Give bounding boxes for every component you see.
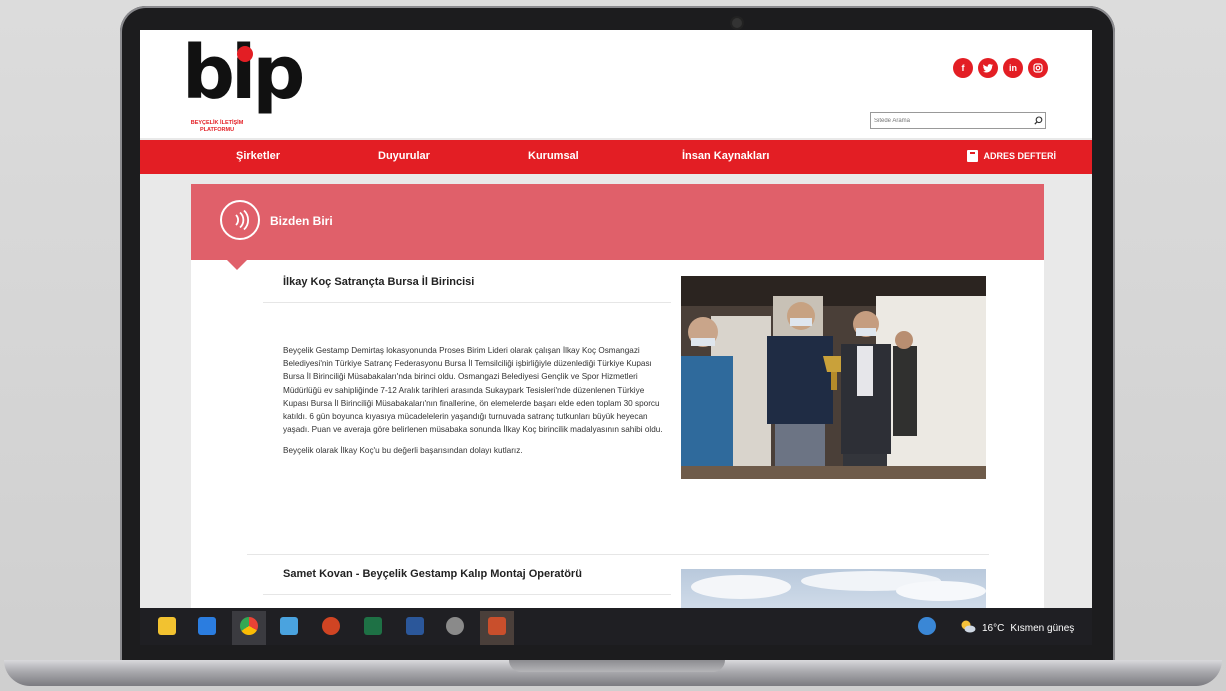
site-header: bip BEYÇELİK İLETİŞİM PLATFORMU f in (140, 30, 1092, 138)
instagram-icon[interactable] (1028, 58, 1048, 78)
title-divider (263, 302, 671, 303)
article-paragraph: Beyçelik olarak İlkay Koç'u bu değerli b… (283, 446, 523, 456)
article-title[interactable]: Samet Kovan - Beyçelik Gestamp Kalıp Mon… (283, 568, 582, 580)
logo-subtitle-line2: PLATFORMU (199, 127, 235, 133)
logo-dot (237, 46, 253, 62)
search-icon[interactable] (1031, 114, 1045, 128)
nav-item-sirketler[interactable]: Şirketler (236, 150, 280, 162)
paint-icon[interactable] (280, 617, 298, 635)
weather-temperature: 16°C (982, 623, 1005, 634)
twitter-icon[interactable] (978, 58, 998, 78)
main-nav: Şirketler Duyurular Kurumsal İnsan Kayna… (140, 140, 1092, 174)
social-links: f in (953, 58, 1048, 78)
word-icon[interactable] (406, 617, 424, 635)
address-book-icon (967, 150, 979, 162)
title-divider (263, 594, 671, 595)
linkedin-icon[interactable]: in (1003, 58, 1023, 78)
article-photo (681, 276, 986, 479)
laptop-notch (509, 660, 725, 672)
adres-defteri-label: ADRES DEFTERİ (983, 151, 1056, 161)
excel-icon[interactable] (364, 617, 382, 635)
file-explorer-icon[interactable] (158, 617, 176, 635)
section-pointer (227, 260, 247, 270)
facebook-icon[interactable]: f (953, 58, 973, 78)
search-input[interactable] (871, 114, 1031, 127)
nav-item-kurumsal[interactable]: Kurumsal (528, 150, 579, 162)
content-panel: Bizden Biri İlkay Koç Satrançta Bursa İl… (191, 184, 1044, 645)
search-globe-icon[interactable] (918, 617, 936, 635)
nav-item-duyurular[interactable]: Duyurular (378, 150, 430, 162)
section-header: Bizden Biri (191, 184, 1044, 260)
outlook-icon[interactable] (488, 617, 506, 635)
chrome-icon[interactable] (240, 617, 258, 635)
settings-icon[interactable] (446, 617, 464, 635)
adres-defteri-link[interactable]: ADRES DEFTERİ (967, 150, 1056, 162)
bip-logo[interactable]: bip BEYÇELİK İLETİŞİM PLATFORMU (182, 36, 312, 139)
logo-subtitle-line1: BEYÇELİK İLETİŞİM (190, 120, 244, 126)
broadcast-icon (220, 200, 260, 240)
screen: bip BEYÇELİK İLETİŞİM PLATFORMU f in Sit… (140, 30, 1092, 645)
article-body: Beyçelik Gestamp Demirtaş lokasyonunda P… (283, 344, 667, 466)
webcam (732, 18, 742, 28)
article-paragraph: Beyçelik Gestamp Demirtaş lokasyonunda P… (283, 346, 663, 435)
search-box (870, 112, 1046, 129)
laptop-base (4, 660, 1222, 686)
article-title[interactable]: İlkay Koç Satrançta Bursa İl Birincisi (283, 276, 474, 288)
nav-item-insan-kaynaklari[interactable]: İnsan Kaynakları (682, 150, 769, 162)
windows-taskbar: 16°C Kısmen güneş (140, 608, 1092, 645)
article-divider (247, 554, 989, 555)
powerpoint-icon[interactable] (322, 617, 340, 635)
weather-widget[interactable]: 16°C Kısmen güneş (960, 619, 1074, 638)
weather-sun-icon (960, 619, 976, 638)
logo-subtitle: BEYÇELİK İLETİŞİM PLATFORMU (182, 120, 252, 134)
weather-condition: Kısmen güneş (1010, 623, 1075, 634)
section-title: Bizden Biri (270, 214, 333, 228)
windows-store-icon[interactable] (198, 617, 216, 635)
